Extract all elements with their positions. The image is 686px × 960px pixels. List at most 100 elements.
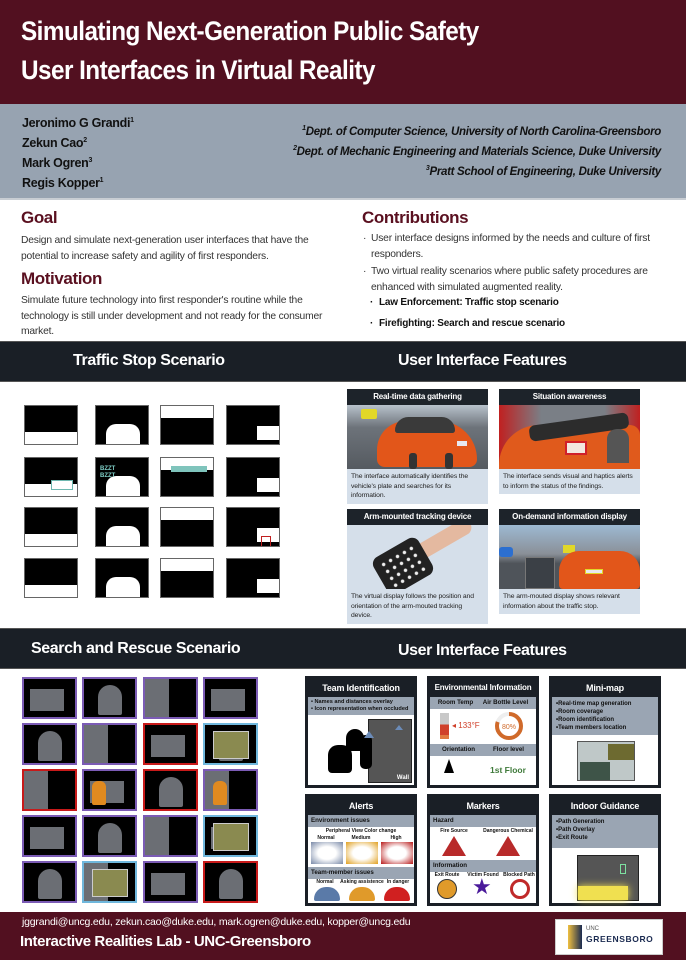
ui-card-minimap: Mini-map •Real-time map generation •Room… <box>549 676 661 788</box>
rescue-storyboard-panel <box>203 815 258 857</box>
alert-high-swatch <box>381 842 413 864</box>
alert-driver-image <box>499 405 640 469</box>
authors-band: Jeronimo G Grandi1 Zekun Cao2 Mark Ogren… <box>0 104 686 200</box>
alert-level-label: High <box>390 835 402 841</box>
feature-card-caption: The arm-mouted display shows relevant in… <box>503 593 620 610</box>
rescue-storyboard-panel <box>22 723 77 765</box>
title-line-1: Simulating Next-Generation Public Safety <box>21 16 479 46</box>
author: Regis Kopper1 <box>22 176 104 190</box>
storyboard-panel <box>24 507 78 547</box>
poster-title: Simulating Next-Generation Public Safety… <box>21 12 597 90</box>
rescue-storyboard-panel <box>82 815 137 857</box>
guidance-image <box>577 855 639 901</box>
list-item: •Room coverage <box>556 709 604 715</box>
affiliation: 2Dept. of Mechanic Engineering and Mater… <box>293 145 661 158</box>
ui-features-title-2: User Interface Features <box>398 642 567 659</box>
bzzt-text: BZZT BZZT <box>100 466 116 479</box>
occluded-icon <box>364 731 374 738</box>
feature-card-situation: Situation awareness The interface sends … <box>499 389 640 494</box>
feature-card-title: Situation awareness <box>499 389 640 405</box>
storyboard-panel <box>24 558 78 598</box>
team-level-label: Normal <box>316 879 334 885</box>
author-emails: jggrandi@uncg.edu, zekun.cao@duke.edu, m… <box>22 916 411 928</box>
wrist-tracker-image <box>347 525 488 589</box>
feature-card-title: Real-time data gathering <box>347 389 488 405</box>
hazard-label: Hazard <box>430 815 536 827</box>
storyboard-panel <box>160 507 214 547</box>
ui-card-title: Markers <box>466 801 500 811</box>
rescue-storyboard-panel <box>22 769 77 811</box>
list-item: •Path Overlay <box>556 827 595 833</box>
rescue-storyboard-panel <box>143 677 198 719</box>
alert-normal-swatch <box>311 842 343 864</box>
wall-label: Wall <box>396 775 409 781</box>
storyboard-panel <box>24 405 78 445</box>
feature-card-realtime: Real-time data gathering The interface a… <box>347 389 488 504</box>
contribution-subitem: · Law Enforcement: Traffic stop scenario <box>370 297 559 308</box>
rescue-storyboard-panel <box>143 769 198 811</box>
compass-arrow-icon <box>444 759 454 773</box>
feature-card-caption: The virtual display follows the position… <box>351 593 474 619</box>
poster-footer: jggrandi@uncg.edu, zekun.cao@duke.edu, m… <box>0 912 686 960</box>
list-item: •Exit Route <box>556 835 588 841</box>
teammate-silhouette <box>360 735 372 769</box>
storyboard-panel <box>226 457 280 497</box>
thermometer-icon <box>440 713 449 739</box>
occluded-icon <box>395 725 403 730</box>
author: Jeronimo G Grandi1 <box>22 116 134 130</box>
motivation-heading: Motivation <box>21 269 102 288</box>
minimap-image <box>577 741 635 781</box>
ui-card-title: Mini-map <box>586 683 624 693</box>
helmet-danger-icon <box>384 887 410 901</box>
feature-card-ondemand: On-demand information display The arm-mo… <box>499 509 640 614</box>
storyboard-panel <box>24 457 78 497</box>
feature-card-caption: The interface automatically identifies t… <box>351 473 469 499</box>
motivation-text: Simulate future technology into first re… <box>21 295 323 337</box>
logo-text-unc: UNC <box>586 926 599 932</box>
ui-features-title: User Interface Features <box>398 352 567 369</box>
traffic-stop-title: Traffic Stop Scenario <box>73 352 225 369</box>
storyboard-panel <box>226 507 280 547</box>
rescue-storyboard-panel <box>203 861 258 903</box>
ui-card-environmental-information: Environmental Information Room Temp Air … <box>427 676 539 788</box>
affiliation: 1Dept. of Computer Science, University o… <box>302 125 661 138</box>
logo-text-greensboro: GREENSBORO <box>586 934 654 944</box>
spartan-icon <box>568 925 582 949</box>
room-temp-label: Room Temp <box>437 699 474 706</box>
floor-level-value: 1st Floor <box>490 765 526 775</box>
alert-level-label: Medium <box>351 835 371 841</box>
affiliation: 3Pratt School of Engineering, Duke Unive… <box>425 165 661 178</box>
helmet-normal-icon <box>314 887 340 901</box>
ui-card-list: •Path Generation •Path Overlay •Exit Rou… <box>552 815 658 848</box>
ui-card-list: • Names and distances overlay • Icon rep… <box>308 697 414 715</box>
rescue-storyboard-panel <box>22 861 77 903</box>
ui-card-team-identification: Team Identification • Names and distance… <box>305 676 417 788</box>
peripheral-label: Peripheral View Color change <box>325 828 397 834</box>
car-plate-scan-image <box>347 405 488 469</box>
storyboard-panel <box>95 507 149 547</box>
ui-card-list: •Real-time map generation •Room coverage… <box>552 697 658 735</box>
ui-card-title: Environmental Information <box>434 683 532 692</box>
air-bottle-label: Air Bottle Level <box>482 699 529 706</box>
contribution-item: · User interface designs informed by the … <box>363 233 650 260</box>
rescue-storyboard-panel <box>22 815 77 857</box>
orientation-label: Orientation <box>442 746 476 753</box>
list-item: • Names and distances overlay <box>311 699 393 705</box>
feature-card-arm: Arm-mounted tracking device The virtual … <box>347 509 488 624</box>
uncg-logo: UNC GREENSBORO <box>555 919 663 955</box>
feature-card-title: Arm-mounted tracking device <box>347 509 488 525</box>
rescue-storyboard-panel <box>82 861 137 903</box>
rescue-storyboard-panel <box>82 723 137 765</box>
ui-card-alerts: Alerts Environment issues Peripheral Vie… <box>305 794 417 906</box>
ui-card-indoor-guidance: Indoor Guidance •Path Generation •Path O… <box>549 794 661 906</box>
storyboard-panel <box>160 558 214 598</box>
author: Mark Ogren3 <box>22 156 93 170</box>
feature-card-caption: The interface sends visual and haptics a… <box>503 473 633 490</box>
storyboard-panel <box>95 405 149 445</box>
air-bottle-gauge: 80% <box>495 712 523 740</box>
chemical-hazard-icon <box>496 836 520 856</box>
team-level-label: Asking assistence <box>340 879 384 885</box>
rescue-storyboard-panel <box>203 677 258 719</box>
rescue-storyboard-panel <box>82 677 137 719</box>
contribution-subitem: · Firefighting: Search and rescue scenari… <box>370 318 565 329</box>
